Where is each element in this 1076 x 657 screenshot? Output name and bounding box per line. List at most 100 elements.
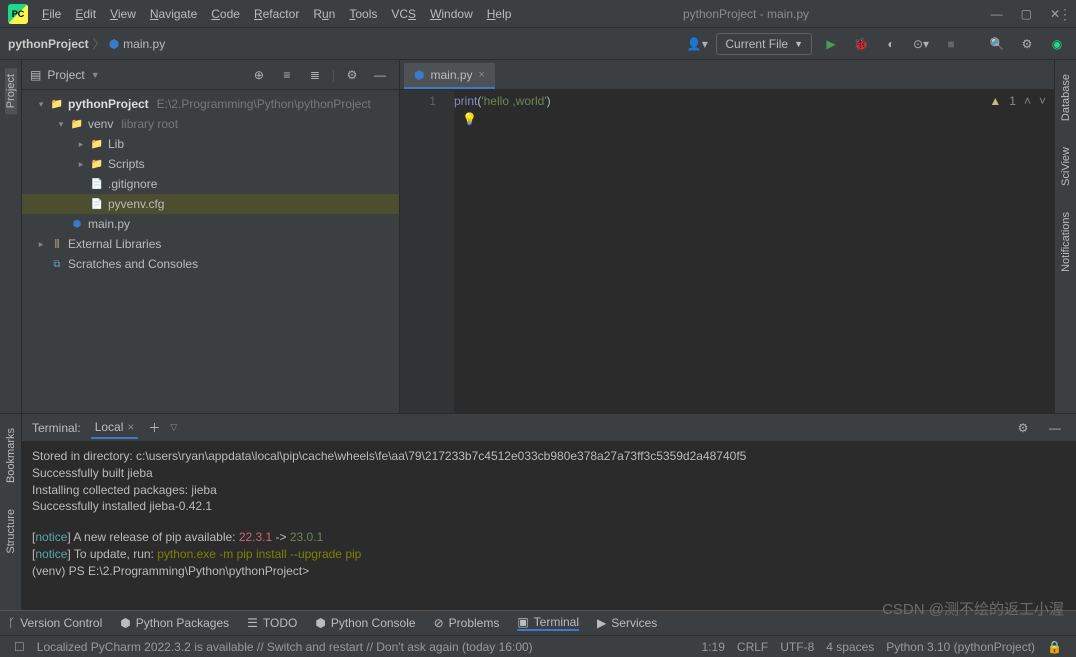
tree-root-label: pythonProject bbox=[68, 97, 149, 111]
tree-external-libraries[interactable]: ▸⫼ External Libraries bbox=[22, 234, 399, 254]
left-tool-stripe: Project bbox=[0, 60, 22, 413]
terminal-tool-window: Bookmarks Structure Terminal: Local × ＋ … bbox=[0, 413, 1076, 610]
inspection-widget[interactable]: ▲ 1 ˄ ˅ bbox=[989, 94, 1046, 108]
notifications-tool-tab[interactable]: Notifications bbox=[1060, 206, 1072, 278]
panel-hide-icon[interactable]: — bbox=[369, 64, 391, 86]
profile-button[interactable]: ⊙▾ bbox=[910, 33, 932, 55]
nav-up-icon[interactable]: ˄ bbox=[1024, 94, 1031, 108]
python-interpreter[interactable]: Python 3.10 (pythonProject) bbox=[886, 640, 1035, 654]
term-line: Stored in directory: c:\users\ryan\appda… bbox=[32, 448, 1066, 465]
search-icon[interactable]: 🔍 bbox=[986, 33, 1008, 55]
menu-code[interactable]: Code bbox=[205, 3, 246, 25]
tab-python-console[interactable]: ⬢Python Console bbox=[315, 616, 415, 630]
console-icon: ⬢ bbox=[315, 616, 325, 630]
chevron-down-icon: ▼ bbox=[794, 39, 803, 49]
project-tool-tab[interactable]: Project bbox=[5, 68, 17, 114]
editor-tabs: ⬢ main.py × ⋮ bbox=[400, 60, 1054, 90]
jetbrains-icon[interactable]: ◉ bbox=[1046, 33, 1068, 55]
code-fn: print bbox=[454, 94, 477, 108]
menu-run[interactable]: Run bbox=[307, 3, 341, 25]
panel-title[interactable]: Project bbox=[47, 68, 84, 82]
menu-vcs[interactable]: VCS bbox=[385, 3, 422, 25]
editor-body[interactable]: 1 print('hello ,world') 💡 ▲ 1 ˄ ˅ bbox=[400, 90, 1054, 413]
intention-bulb-icon[interactable]: 💡 bbox=[462, 112, 477, 126]
python-file-icon: ⬢ bbox=[109, 37, 119, 51]
tree-mainpy[interactable]: ⬢ main.py bbox=[22, 214, 399, 234]
tab-close-icon[interactable]: × bbox=[127, 420, 134, 434]
tree-root[interactable]: ▾📁 pythonProject E:\2.Programming\Python… bbox=[22, 94, 399, 114]
editor-tab-mainpy[interactable]: ⬢ main.py × bbox=[404, 63, 495, 89]
event-log-icon[interactable]: ☐ bbox=[14, 640, 25, 654]
tree-scripts[interactable]: ▸📁 Scripts bbox=[22, 154, 399, 174]
tab-python-packages[interactable]: ⬢Python Packages bbox=[120, 616, 229, 630]
project-tree[interactable]: ▾📁 pythonProject E:\2.Programming\Python… bbox=[22, 90, 399, 413]
project-view-icon: ▤ bbox=[30, 68, 41, 82]
line-separator[interactable]: CRLF bbox=[737, 640, 768, 654]
run-configuration-selector[interactable]: Current File ▼ bbox=[716, 33, 812, 55]
menu-file[interactable]: File bbox=[36, 3, 67, 25]
indent-settings[interactable]: 4 spaces bbox=[826, 640, 874, 654]
line-number: 1 bbox=[400, 94, 436, 108]
menu-edit[interactable]: Edit bbox=[69, 3, 102, 25]
editor-more-icon[interactable]: ⋮ bbox=[1058, 6, 1072, 23]
tree-scratches[interactable]: ⧉ Scratches and Consoles bbox=[22, 254, 399, 274]
tree-gitignore[interactable]: 📄 .gitignore bbox=[22, 174, 399, 194]
cursor-position[interactable]: 1:19 bbox=[702, 640, 725, 654]
tab-label: main.py bbox=[430, 68, 472, 82]
menu-refactor[interactable]: Refactor bbox=[248, 3, 305, 25]
nav-down-icon[interactable]: ˅ bbox=[1039, 94, 1046, 108]
tab-problems[interactable]: ⊘Problems bbox=[434, 616, 500, 630]
chevron-down-icon[interactable]: ▼ bbox=[91, 70, 100, 80]
menu-view[interactable]: View bbox=[104, 3, 142, 25]
terminal-body[interactable]: Stored in directory: c:\users\ryan\appda… bbox=[22, 442, 1076, 610]
package-icon: ⬢ bbox=[120, 616, 130, 630]
terminal-settings-icon[interactable]: ⚙ bbox=[1012, 417, 1034, 439]
bookmarks-tool-tab[interactable]: Bookmarks bbox=[5, 422, 17, 489]
terminal-hide-icon[interactable]: — bbox=[1044, 417, 1066, 439]
code-area[interactable]: print('hello ,world') 💡 ▲ 1 ˄ ˅ bbox=[454, 90, 1054, 413]
navigation-bar: pythonProject 〉 ⬢ main.py 👤▾ Current Fil… bbox=[0, 28, 1076, 60]
structure-tool-tab[interactable]: Structure bbox=[5, 503, 17, 560]
breadcrumb-file[interactable]: main.py bbox=[123, 37, 165, 51]
tree-scripts-label: Scripts bbox=[108, 157, 145, 171]
terminal-tab-local[interactable]: Local × bbox=[91, 417, 139, 439]
menu-help[interactable]: Help bbox=[481, 3, 518, 25]
collapse-all-icon[interactable]: ≣ bbox=[304, 64, 326, 86]
vcs-icon: ᚴ bbox=[8, 616, 15, 630]
sciview-tool-tab[interactable]: SciView bbox=[1060, 141, 1072, 192]
minimize-button[interactable]: ― bbox=[991, 7, 1003, 21]
new-session-icon[interactable]: ＋ bbox=[148, 419, 160, 436]
settings-icon[interactable]: ⚙ bbox=[1016, 33, 1038, 55]
lock-icon[interactable]: 🔒 bbox=[1047, 640, 1062, 654]
panel-settings-icon[interactable]: ⚙ bbox=[341, 64, 363, 86]
run-coverage-button[interactable]: ◐ bbox=[880, 33, 902, 55]
breadcrumb-root[interactable]: pythonProject bbox=[8, 37, 89, 51]
gutter: 1 bbox=[400, 90, 454, 413]
stop-button[interactable]: ■ bbox=[940, 33, 962, 55]
maximize-button[interactable]: ▢ bbox=[1021, 7, 1032, 21]
debug-button[interactable]: 🐞 bbox=[850, 33, 872, 55]
tree-venv[interactable]: ▾📁 venv library root bbox=[22, 114, 399, 134]
tab-services[interactable]: ▶Services bbox=[597, 616, 657, 630]
status-message[interactable]: Localized PyCharm 2022.3.2 is available … bbox=[37, 640, 533, 654]
expand-all-icon[interactable]: ≡ bbox=[276, 64, 298, 86]
database-tool-tab[interactable]: Database bbox=[1060, 68, 1072, 127]
tab-terminal[interactable]: ▣Terminal bbox=[517, 615, 579, 631]
file-encoding[interactable]: UTF-8 bbox=[780, 640, 814, 654]
tab-todo[interactable]: ☰TODO bbox=[247, 616, 297, 630]
user-icon[interactable]: 👤▾ bbox=[686, 33, 708, 55]
menu-tools[interactable]: Tools bbox=[343, 3, 383, 25]
terminal-dropdown-icon[interactable]: ▽ bbox=[170, 422, 177, 433]
run-button[interactable]: ▶ bbox=[820, 33, 842, 55]
term-line: Installing collected packages: jieba bbox=[32, 482, 1066, 499]
run-config-label: Current File bbox=[725, 37, 788, 51]
tab-close-icon[interactable]: × bbox=[479, 69, 485, 81]
select-opened-icon[interactable]: ⊕ bbox=[248, 64, 270, 86]
menu-window[interactable]: Window bbox=[424, 3, 479, 25]
menu-navigate[interactable]: Navigate bbox=[144, 3, 203, 25]
tab-version-control[interactable]: ᚴVersion Control bbox=[8, 616, 102, 630]
tree-scratch-label: Scratches and Consoles bbox=[68, 257, 198, 271]
tree-pyvenv[interactable]: 📄 pyvenv.cfg bbox=[22, 194, 399, 214]
tree-lib[interactable]: ▸📁 Lib bbox=[22, 134, 399, 154]
breadcrumb-separator: 〉 bbox=[93, 35, 105, 52]
